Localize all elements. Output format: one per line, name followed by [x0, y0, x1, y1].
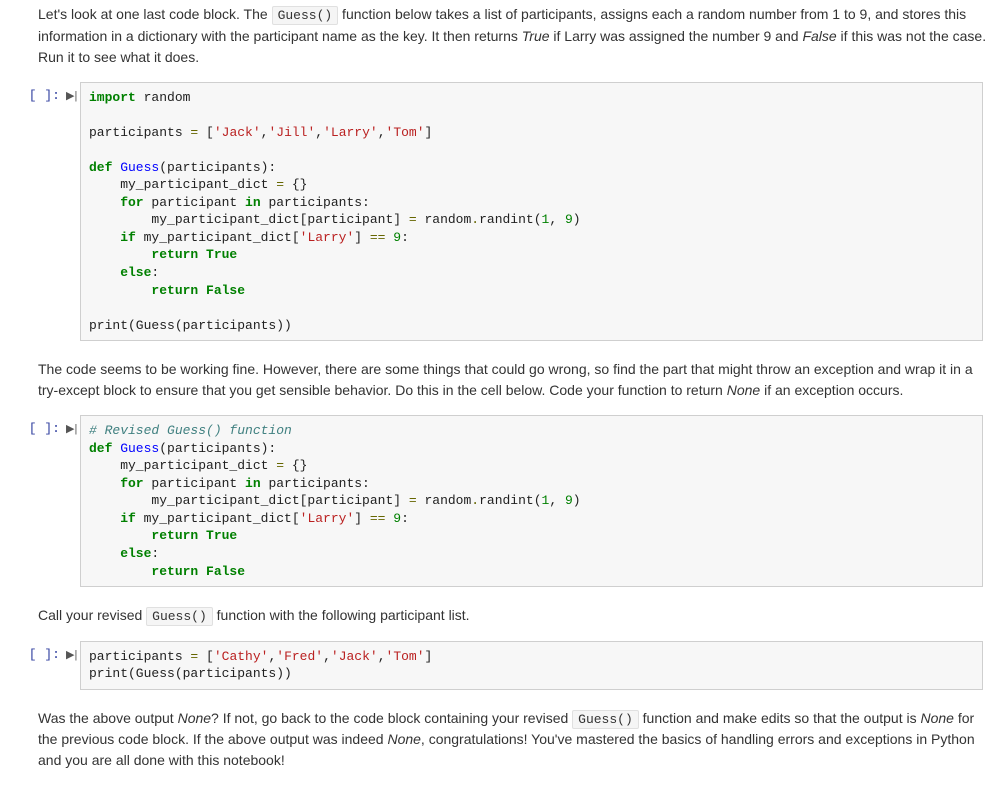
inline-code: Guess() — [146, 607, 213, 626]
input-prompt: [ ]: — [0, 82, 66, 103]
input-prompt: [ ]: — [0, 641, 66, 662]
code-input[interactable]: # Revised Guess() function def Guess(par… — [80, 415, 983, 587]
text: if Larry was assigned the number 9 and — [550, 28, 803, 44]
text: ? If not, go back to the code block cont… — [211, 710, 572, 726]
code-input[interactable]: participants = ['Cathy','Fred','Jack','T… — [80, 641, 983, 690]
markdown-cell-call: Call your revised Guess() function with … — [0, 601, 993, 631]
text: Call your revised — [38, 607, 146, 623]
code-cell-3[interactable]: [ ]: ▶| participants = ['Cathy','Fred','… — [0, 641, 993, 690]
emphasis: True — [522, 28, 550, 44]
run-icon[interactable]: ▶| — [66, 415, 80, 435]
emphasis: None — [921, 710, 954, 726]
text: function and make edits so that the outp… — [639, 710, 921, 726]
emphasis: None — [387, 731, 420, 747]
code-input[interactable]: import random participants = ['Jack','Ji… — [80, 82, 983, 342]
emphasis: None — [727, 382, 760, 398]
code-cell-2[interactable]: [ ]: ▶| # Revised Guess() function def G… — [0, 415, 993, 587]
text: Was the above output — [38, 710, 178, 726]
markdown-cell-instructions: The code seems to be working fine. Howev… — [0, 355, 993, 405]
text: function with the following participant … — [213, 607, 470, 623]
markdown-cell-intro: Let's look at one last code block. The G… — [0, 0, 993, 72]
emphasis: False — [802, 28, 836, 44]
inline-code: Guess() — [572, 710, 639, 729]
input-prompt: [ ]: — [0, 415, 66, 436]
run-icon[interactable]: ▶| — [66, 641, 80, 661]
markdown-cell-conclusion: Was the above output None? If not, go ba… — [0, 704, 993, 776]
text: if an exception occurs. — [760, 382, 903, 398]
inline-code: Guess() — [272, 6, 339, 25]
emphasis: None — [178, 710, 211, 726]
run-icon[interactable]: ▶| — [66, 82, 80, 102]
code-cell-1[interactable]: [ ]: ▶| import random participants = ['J… — [0, 82, 993, 342]
notebook-container: Let's look at one last code block. The G… — [0, 0, 993, 805]
text: Let's look at one last code block. The — [38, 6, 272, 22]
